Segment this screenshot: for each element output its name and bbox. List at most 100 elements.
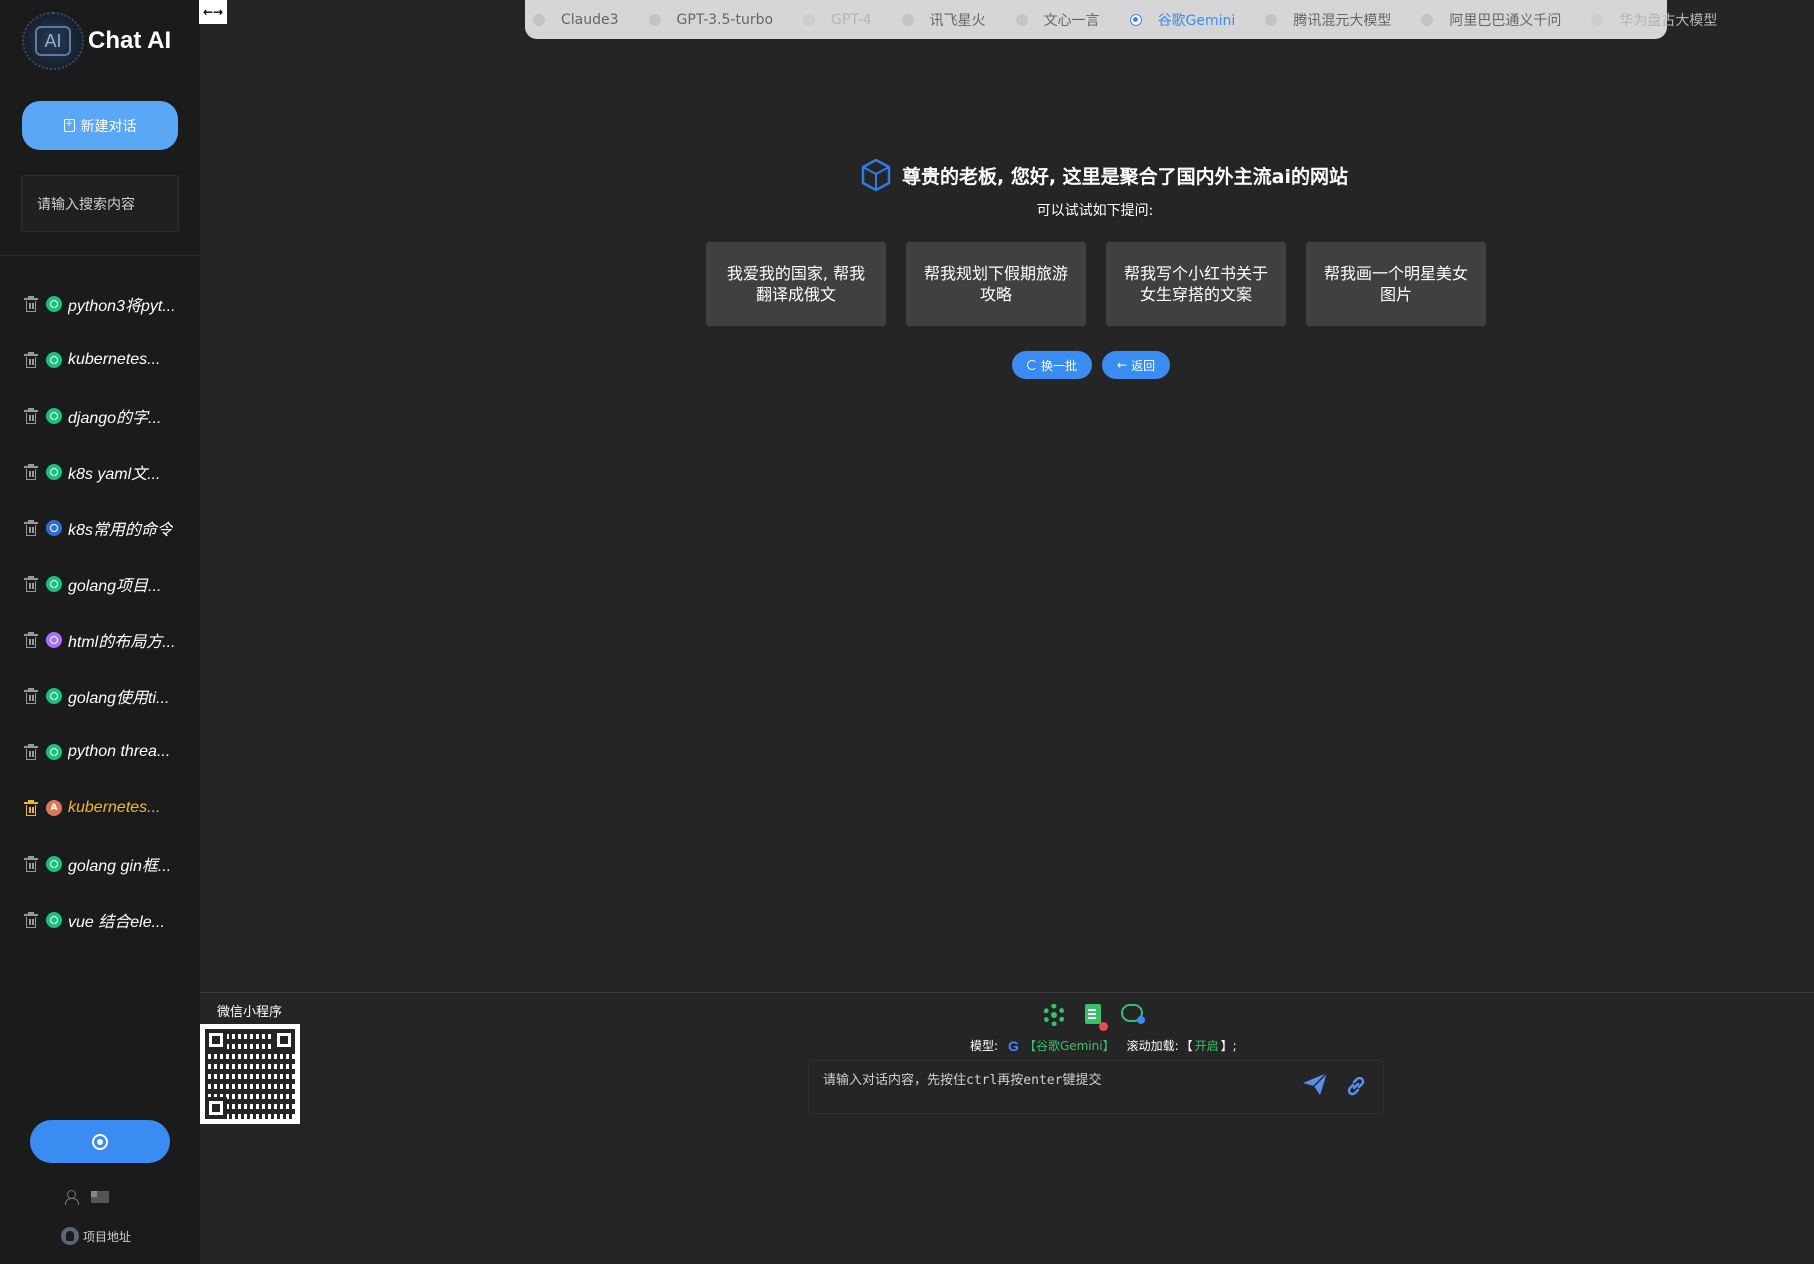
history-item-title: html的布局方... bbox=[68, 634, 176, 651]
flag-icon[interactable] bbox=[91, 1191, 109, 1203]
openai-icon bbox=[46, 352, 62, 368]
trash-icon[interactable] bbox=[24, 631, 38, 648]
model-option[interactable]: 腾讯混元大模型 bbox=[1265, 10, 1391, 30]
sidebar: AI Chat AI + 新建对话 请输入搜索内容 python3将pyt...… bbox=[0, 0, 200, 1264]
history-item-title: kubernetes... bbox=[68, 799, 161, 816]
back-button[interactable]: ← 返回 bbox=[1102, 351, 1171, 379]
send-icon[interactable] bbox=[1302, 1072, 1328, 1096]
history-item[interactable]: python3将pyt... bbox=[0, 276, 200, 332]
trash-icon[interactable] bbox=[24, 351, 38, 368]
model-option[interactable]: GPT-3.5-turbo bbox=[648, 12, 773, 28]
radio-icon bbox=[533, 13, 545, 26]
model-option-label: 文心一言 bbox=[1043, 12, 1100, 29]
settings-icon[interactable] bbox=[1043, 1004, 1065, 1026]
scroll-label: 滚动加载: bbox=[1126, 1039, 1179, 1053]
history-item[interactable]: k8s常用的命令 bbox=[0, 500, 200, 556]
mini-program-title: 微信小程序 bbox=[217, 1005, 283, 1020]
arrow-left-icon: ← bbox=[1117, 358, 1128, 372]
sidebar-collapse-toggle[interactable]: ←→ bbox=[199, 0, 227, 24]
scroll-value[interactable]: 开启 bbox=[1195, 1037, 1219, 1054]
model-option-label: Claude3 bbox=[561, 11, 619, 28]
history-item[interactable]: html的布局方... bbox=[0, 612, 200, 668]
suggestion-actions: 换一批 ← 返回 bbox=[1012, 351, 1171, 379]
new-chat-button[interactable]: + 新建对话 bbox=[22, 101, 178, 150]
refresh-label: 换一批 bbox=[1041, 358, 1078, 373]
radio-icon bbox=[1015, 13, 1028, 26]
history-item-title: k8s yaml文... bbox=[68, 466, 161, 483]
project-link[interactable]: 项目地址 bbox=[61, 1227, 131, 1245]
trash-icon[interactable] bbox=[24, 743, 38, 760]
trash-icon[interactable] bbox=[24, 295, 38, 312]
suggestion-list: 我爱我的国家, 帮我翻译成俄文 帮我规划下假期旅游攻略 帮我写个小红书关于女生穿… bbox=[706, 242, 1486, 326]
google-icon: G bbox=[1008, 1037, 1019, 1054]
openai-icon bbox=[46, 856, 62, 872]
model-option[interactable]: 文心一言 bbox=[1015, 10, 1100, 30]
history-item[interactable]: Akubernetes... bbox=[0, 780, 200, 836]
history-item[interactable]: k8s yaml文... bbox=[0, 444, 200, 500]
history-item[interactable]: django的字... bbox=[0, 388, 200, 444]
model-option[interactable]: 阿里巴巴通义千问 bbox=[1421, 10, 1561, 30]
history-item[interactable]: golang gin框... bbox=[0, 836, 200, 892]
flame-icon bbox=[46, 520, 62, 536]
refresh-suggestions-button[interactable]: 换一批 bbox=[1012, 351, 1093, 379]
model-option-label: 阿里巴巴通义千问 bbox=[1449, 12, 1562, 29]
welcome-heading: 尊贵的老板, 您好, 这里是聚合了国内外主流ai的网站 bbox=[860, 158, 1348, 192]
openai-icon bbox=[46, 632, 62, 648]
history-item[interactable]: vue 结合ele... bbox=[0, 892, 200, 948]
link-icon[interactable] bbox=[1344, 1074, 1368, 1098]
trash-icon[interactable] bbox=[24, 463, 38, 480]
project-link-label: 项目地址 bbox=[83, 1229, 132, 1244]
trash-icon[interactable] bbox=[24, 519, 38, 536]
openai-icon bbox=[46, 688, 62, 704]
history-item[interactable]: golang使用ti... bbox=[0, 668, 200, 724]
suggestion-card[interactable]: 我爱我的国家, 帮我翻译成俄文 bbox=[706, 242, 886, 326]
app-title: Chat AI bbox=[88, 27, 172, 54]
chat-bubble-icon[interactable] bbox=[1121, 1004, 1145, 1024]
document-icon[interactable] bbox=[1085, 1004, 1108, 1031]
chat-history-list: python3将pyt... kubernetes... django的字... k8… bbox=[0, 276, 200, 948]
trash-icon[interactable] bbox=[24, 911, 38, 928]
model-value: 【谷歌Gemini】 bbox=[1023, 1039, 1115, 1053]
welcome-subtitle: 可以试试如下提问: bbox=[1036, 203, 1154, 219]
model-option-label: GPT-4 bbox=[831, 11, 872, 28]
openai-icon bbox=[46, 296, 62, 312]
history-item-title: python3将pyt... bbox=[68, 298, 176, 315]
trash-icon[interactable] bbox=[24, 799, 38, 816]
openai-icon bbox=[46, 744, 62, 760]
history-item[interactable]: kubernetes... bbox=[0, 332, 200, 388]
users-icon[interactable] bbox=[65, 1190, 83, 1205]
theme-toggle-button[interactable] bbox=[30, 1120, 170, 1163]
history-item-title: k8s常用的命令 bbox=[68, 522, 173, 539]
logo-icon: AI bbox=[22, 12, 84, 70]
radio-icon bbox=[1265, 13, 1278, 26]
history-item[interactable]: python threa... bbox=[0, 724, 200, 780]
scroll-bracket-open: 【 bbox=[1180, 1039, 1193, 1053]
history-item-title: kubernetes... bbox=[68, 351, 161, 368]
cube-icon bbox=[861, 158, 891, 192]
history-item-title: golang gin框... bbox=[68, 858, 172, 875]
radio-icon bbox=[1591, 13, 1604, 26]
openai-icon bbox=[46, 464, 62, 480]
history-item-title: golang使用ti... bbox=[68, 690, 170, 707]
trash-icon[interactable] bbox=[24, 687, 38, 704]
welcome-title: 尊贵的老板, 您好, 这里是聚合了国内外主流ai的网站 bbox=[902, 165, 1349, 188]
chat-input[interactable]: 请输入对话内容，先按住ctrl再按enter键提交 bbox=[808, 1060, 1384, 1114]
trash-icon[interactable] bbox=[24, 407, 38, 424]
logo-text: AI bbox=[35, 26, 71, 56]
suggestion-card[interactable]: 帮我规划下假期旅游攻略 bbox=[906, 242, 1086, 326]
trash-icon[interactable] bbox=[24, 855, 38, 872]
model-option[interactable]: 谷歌Gemini bbox=[1129, 10, 1235, 30]
new-chat-label: 新建对话 bbox=[80, 118, 137, 135]
trash-icon[interactable] bbox=[24, 575, 38, 592]
github-icon bbox=[61, 1227, 79, 1245]
model-label: 模型: bbox=[970, 1039, 999, 1053]
model-option[interactable]: Claude3 bbox=[533, 12, 619, 28]
brand: AI Chat AI bbox=[22, 12, 171, 70]
suggestion-card[interactable]: 帮我画一个明星美女图片 bbox=[1306, 242, 1486, 326]
model-option[interactable]: 讯飞星火 bbox=[901, 10, 986, 30]
model-selector: Claude3 GPT-3.5-turbo GPT-4 讯飞星火 文心一言 谷歌Gemin… bbox=[525, 0, 1717, 39]
refresh-icon bbox=[1027, 360, 1037, 370]
history-item[interactable]: golang项目... bbox=[0, 556, 200, 612]
new-document-icon: + bbox=[63, 119, 75, 132]
suggestion-card[interactable]: 帮我写个小红书关于女生穿搭的文案 bbox=[1106, 242, 1286, 326]
